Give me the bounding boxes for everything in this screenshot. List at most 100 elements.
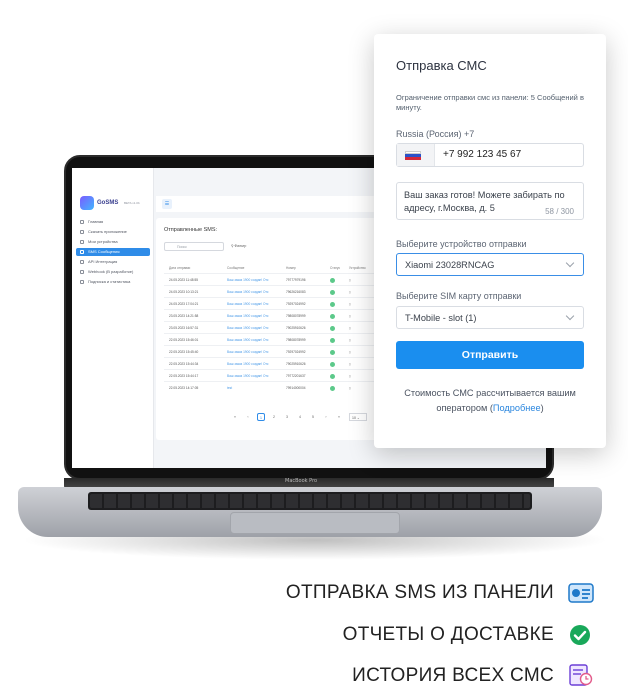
- device-icon: ▯: [349, 338, 351, 342]
- sidebar-item-label: Скачать приложение: [88, 229, 127, 234]
- device-icon: ▯: [349, 314, 351, 318]
- cell-msg: Ваш заказ 1900 создан! Отс: [227, 278, 269, 282]
- cell-msg: Ваш заказ 1900 создан! Отс: [227, 326, 269, 330]
- device-icon: ▯: [349, 326, 351, 330]
- cell-msg: Ваш заказ 1900 создан! Отс: [227, 374, 269, 378]
- app-name: GoSMS: [97, 200, 119, 206]
- menu-toggle-button[interactable]: ☰: [162, 199, 172, 209]
- cost-text: Стоимость СМС рассчитывается вашим опера…: [404, 388, 576, 413]
- sidebar-item[interactable]: Скачать приложение: [76, 228, 150, 236]
- cell-date: 22.05.2023 15:44:17: [169, 374, 199, 378]
- pagination-button[interactable]: ›: [322, 413, 330, 421]
- phone-value: +7 992 123 45 67: [443, 149, 522, 160]
- device-value: Xiaomi 23028RNCAG: [405, 260, 495, 270]
- cell-num: 79025910626: [286, 362, 306, 366]
- col-date: Дата отправки: [169, 266, 191, 270]
- pagination-button[interactable]: 2: [270, 413, 278, 421]
- cell-num: 79914000004: [286, 386, 306, 390]
- sidebar-item[interactable]: SMS Сообщения: [76, 248, 150, 256]
- pagination-button[interactable]: 5: [309, 413, 317, 421]
- sim-label: Выберите SIM карту отправки: [396, 291, 522, 301]
- cell-msg: Ваш заказ 1900 создан! Отс: [227, 314, 269, 318]
- pagination-button[interactable]: 3: [283, 413, 291, 421]
- device-icon: ▯: [349, 290, 351, 294]
- cell-date: 22.05.2023 14:17:05: [169, 386, 199, 390]
- status-delivered-icon: [330, 361, 335, 367]
- cell-num: 79808078999: [286, 314, 306, 318]
- sim-select[interactable]: T-Mobile - slot (1): [396, 306, 584, 329]
- cell-date: 22.05.2023 15:45:40: [169, 350, 199, 354]
- menu-item-icon: [80, 230, 84, 234]
- pagination-button[interactable]: 1: [257, 413, 265, 421]
- message-textarea[interactable]: Ваш заказ готов! Можете забирать по адре…: [396, 182, 584, 220]
- cell-date: 24.05.2023 17:04:21: [169, 302, 199, 306]
- status-delivered-icon: [330, 325, 335, 331]
- char-counter: 58 / 300: [543, 207, 574, 216]
- russia-flag-icon[interactable]: [397, 144, 435, 166]
- search-input[interactable]: Поиск: [164, 242, 224, 251]
- cost-close: ): [540, 403, 544, 413]
- sidebar: GoSMS BETA v1.0b Главная Скачать приложен…: [72, 168, 154, 468]
- status-delivered-icon: [330, 313, 335, 319]
- status-delivered-icon: [330, 349, 335, 355]
- sim-value: T-Mobile - slot (1): [405, 313, 477, 323]
- pagination-button[interactable]: «: [231, 413, 239, 421]
- cell-date: 23.05.2023 14:21:58: [169, 314, 199, 318]
- details-link[interactable]: Подробнее: [493, 403, 541, 413]
- col-number: Номер: [286, 266, 296, 270]
- cell-num: 79777979196: [286, 278, 306, 282]
- menu-item-icon: [80, 240, 84, 244]
- sidebar-item[interactable]: Подписка и статистика: [76, 278, 150, 286]
- status-delivered-icon: [330, 337, 335, 343]
- sidebar-item[interactable]: Мои устройства: [76, 238, 150, 246]
- menu-item-icon: [80, 280, 84, 284]
- sidebar-item-label: SMS Сообщения: [88, 249, 120, 254]
- send-sms-modal: Отправка СМС Ограничение отправки смс из…: [374, 34, 606, 448]
- history-icon: [569, 664, 593, 686]
- status-delivered-icon: [330, 301, 335, 307]
- device-select[interactable]: Xiaomi 23028RNCAG: [396, 253, 584, 276]
- cell-num: 79297024992: [286, 302, 306, 306]
- cell-msg: Ваш заказ 1900 создан! Отс: [227, 338, 269, 342]
- cell-msg: Ваш заказ 1900 создан! Отс: [227, 290, 269, 294]
- cell-date: 24.05.2023 11:48:55: [169, 278, 199, 282]
- sms-panel-icon: [568, 583, 594, 603]
- rate-limit-note: Ограничение отправки смс из панели: 5 Со…: [396, 93, 584, 112]
- cost-note: Стоимость СМС рассчитывается вашим опера…: [396, 386, 584, 416]
- cell-num: 79025910626: [286, 326, 306, 330]
- menu-item-icon: [80, 260, 84, 264]
- page-size-value: 10: [352, 416, 356, 420]
- sidebar-item[interactable]: Webhook (В разработке): [76, 268, 150, 276]
- sidebar-item[interactable]: Главная: [76, 218, 150, 226]
- status-delivered-icon: [330, 277, 335, 283]
- status-delivered-icon: [330, 373, 335, 379]
- device-icon: ▯: [349, 386, 351, 390]
- app-version: BETA v1.0b: [124, 201, 140, 205]
- menu-item-icon: [80, 270, 84, 274]
- pagination-button[interactable]: 4: [296, 413, 304, 421]
- col-status: Статус: [330, 266, 341, 270]
- status-delivered-icon: [330, 385, 335, 391]
- chevron-down-icon: [565, 258, 575, 268]
- menu-item-icon: [80, 220, 84, 224]
- cell-num: 79297024992: [286, 350, 306, 354]
- card-title: Отправленные SMS:: [164, 227, 218, 233]
- cell-num: 79626216083: [286, 290, 306, 294]
- page-size-select[interactable]: 10 ⌄: [349, 413, 367, 421]
- col-device: Устройство: [349, 266, 366, 270]
- menu-item-icon: [80, 250, 84, 254]
- status-delivered-icon: [330, 289, 335, 295]
- pagination-button[interactable]: ‹: [244, 413, 252, 421]
- check-circle-icon: [570, 625, 590, 645]
- filter-button[interactable]: ⚲ Фильтр: [231, 244, 246, 248]
- sidebar-item-label: Мои устройства: [88, 239, 118, 244]
- pagination-button[interactable]: »: [335, 413, 343, 421]
- send-button[interactable]: Отправить: [396, 341, 584, 369]
- device-icon: ▯: [349, 302, 351, 306]
- laptop-brand: MacBook Pro: [285, 478, 318, 484]
- sidebar-item-label: Главная: [88, 219, 104, 224]
- device-icon: ▯: [349, 362, 351, 366]
- phone-input[interactable]: +7 992 123 45 67: [396, 143, 584, 167]
- cell-date: 23.05.2023 16:57:31: [169, 326, 199, 330]
- sidebar-item[interactable]: API Интеграция: [76, 258, 150, 266]
